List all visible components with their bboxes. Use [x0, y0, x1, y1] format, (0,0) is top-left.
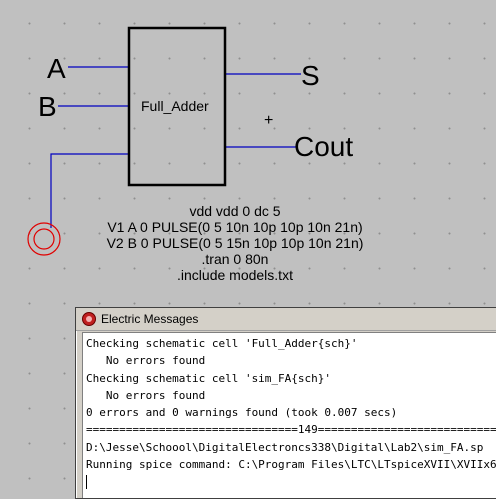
output-s-label: S — [301, 60, 320, 91]
window-title: Electric Messages — [101, 312, 199, 326]
spice-code-block[interactable]: vdd vdd 0 dc 5 V1 A 0 PULSE(0 5 10n 10p … — [90, 203, 380, 283]
message-line: No errors found — [86, 354, 206, 368]
message-line: Checking schematic cell 'sim_FA{sch}' — [86, 371, 332, 385]
message-line: Checking schematic cell 'Full_Adder{sch}… — [86, 337, 358, 350]
input-a-label: A — [47, 53, 66, 84]
input-b-label: B — [38, 91, 57, 122]
message-line: No errors found — [86, 388, 206, 402]
source-symbol-inner — [33, 228, 55, 250]
source-symbol-outer[interactable] — [27, 222, 61, 256]
message-line: 0 errors and 0 warnings found (took 0.00… — [86, 406, 398, 420]
electric-app-icon — [82, 312, 96, 326]
spice-line: vdd vdd 0 dc 5 — [189, 203, 281, 219]
cell-name-label: Full_Adder — [141, 98, 209, 114]
text-caret — [86, 475, 87, 490]
output-cout-label: Cout — [294, 131, 354, 162]
message-line: ================================149=====… — [86, 423, 496, 437]
spice-line: .tran 0 80n — [201, 251, 269, 267]
message-line: Running spice command: C:\Program Files\… — [86, 458, 496, 472]
messages-window[interactable]: Electric Messages Checking schematic cel… — [75, 307, 496, 499]
spice-line: .include models.txt — [177, 267, 293, 283]
spice-line: V2 B 0 PULSE(0 5 15n 10p 10p 10n 21n) — [106, 235, 364, 251]
window-titlebar[interactable]: Electric Messages — [76, 308, 496, 331]
messages-text-area[interactable]: Checking schematic cell 'Full_Adder{sch}… — [82, 332, 496, 498]
spice-line: V1 A 0 PULSE(0 5 10n 10p 10p 10n 21n) — [107, 219, 363, 235]
message-line: D:\Jesse\Schoool\DigitalElectroncs338\Di… — [86, 440, 484, 454]
crosshair-icon: + — [264, 112, 274, 129]
